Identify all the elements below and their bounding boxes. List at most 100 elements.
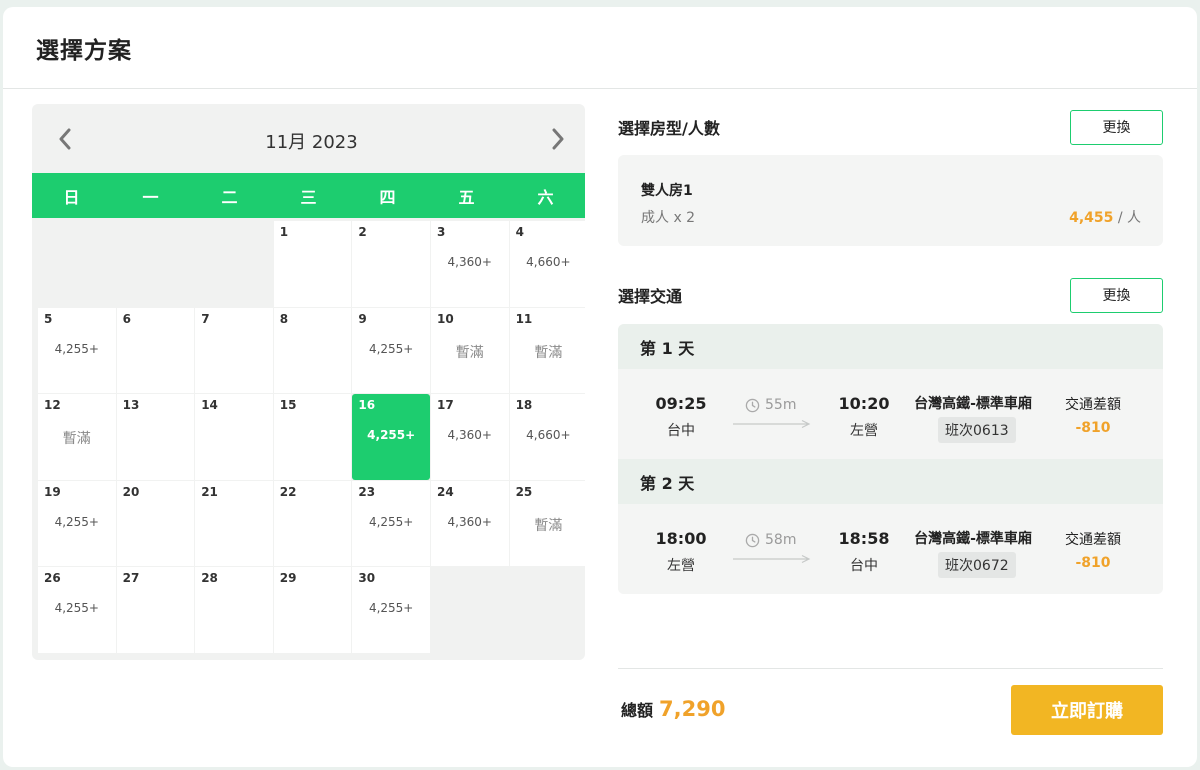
day-number: 27 <box>122 571 140 586</box>
calendar-day[interactable]: 12 暫滿 <box>38 394 116 480</box>
depart-station: 台中 <box>667 423 695 439</box>
calendar-day[interactable]: 1 <box>273 221 352 307</box>
calendar-day[interactable]: 19 4,255+ <box>38 480 116 567</box>
weekday-label: 二 <box>221 187 238 207</box>
calendar-day[interactable]: 14 <box>195 394 273 480</box>
room-section-header: 選擇房型/人數 更換 <box>618 104 1163 150</box>
calendar-day[interactable]: 24 4,360+ <box>430 480 509 567</box>
calendar-day[interactable]: 4 4,660+ <box>509 221 585 307</box>
day-number: 25 <box>515 484 533 499</box>
calendar-day[interactable]: 11 暫滿 <box>509 307 585 394</box>
change-room-button[interactable]: 更換 <box>1070 109 1163 145</box>
total-price: 總額 7,290 <box>621 697 725 721</box>
weekday-label: 日 <box>63 187 80 207</box>
room-price: 4,455 / 人 <box>1069 207 1141 227</box>
footer-divider <box>618 668 1163 669</box>
calendar-day[interactable]: 2 <box>352 221 430 307</box>
transport-card: 第 1 天 09:25 台中 55m 10:20 左營 台灣高鐵-標準車廂 班次… <box>618 324 1163 594</box>
day-price: 4,255+ <box>54 514 99 529</box>
calendar-day[interactable]: 5 4,255+ <box>38 307 116 394</box>
arrive-station: 台中 <box>850 558 878 574</box>
calendar-day[interactable]: 27 <box>116 567 195 653</box>
calendar-day[interactable]: 13 <box>116 394 195 480</box>
calendar-day[interactable]: 18 4,660+ <box>509 394 585 480</box>
day-number: 26 <box>44 571 61 586</box>
right-panel: 選擇房型/人數 更換 雙人房1 成人 x 2 4,455 / 人 選擇交通 更換… <box>618 104 1163 594</box>
total-label: 總額 <box>621 701 654 720</box>
day-number: 4 <box>515 225 524 239</box>
weekday-label: 三 <box>300 187 317 207</box>
day-number: 21 <box>201 484 218 499</box>
prev-month-button[interactable] <box>54 124 76 154</box>
day-number: 23 <box>358 484 376 499</box>
train-code-badge: 班次0613 <box>938 417 1016 443</box>
day-number: 14 <box>201 398 218 413</box>
day-number: 20 <box>122 484 140 499</box>
room-price-amount: 4,455 <box>1069 210 1114 226</box>
calendar-day[interactable]: 26 4,255+ <box>38 567 116 653</box>
day-status: 暫滿 <box>455 344 484 361</box>
duration-text: 58m <box>765 532 797 548</box>
fare-diff-value: -810 <box>1075 420 1111 436</box>
calendar-day[interactable]: 15 <box>273 394 352 480</box>
arrive-time: 10:20 <box>838 394 890 413</box>
calendar-day[interactable]: 9 4,255+ <box>352 307 430 394</box>
transport-day-label: 第 2 天 <box>618 459 1163 504</box>
day-number: 7 <box>201 311 210 326</box>
room-section-title: 選擇房型/人數 <box>618 119 720 138</box>
total-value: 7,290 <box>659 697 726 721</box>
calendar-day[interactable]: 23 4,255+ <box>352 480 430 567</box>
calendar-empty-cell <box>117 221 195 307</box>
calendar-day[interactable]: 7 <box>195 307 273 394</box>
day-number: 29 <box>279 571 297 586</box>
calendar-day[interactable]: 17 4,360+ <box>430 394 509 480</box>
day-number: 2 <box>358 225 367 239</box>
calendar-day[interactable]: 6 <box>116 307 195 394</box>
buy-now-button[interactable]: 立即訂購 <box>1011 685 1163 735</box>
day-number: 5 <box>44 311 53 326</box>
calendar-day[interactable]: 25 暫滿 <box>509 480 585 567</box>
day-number: 28 <box>201 571 218 586</box>
calendar-day[interactable]: 10 暫滿 <box>430 307 509 394</box>
arrive-time: 18:58 <box>838 529 890 548</box>
weekday-label: 四 <box>379 187 396 207</box>
calendar-day[interactable]: 3 4,360+ <box>430 221 509 307</box>
day-number: 13 <box>122 398 140 413</box>
day-status: 暫滿 <box>534 344 563 361</box>
transport-leg[interactable]: 18:00 左營 58m 18:58 台中 台灣高鐵-標準車廂 班次0672 交… <box>618 504 1163 594</box>
calendar-day-selected[interactable]: 16 4,255+ <box>352 394 430 480</box>
day-status: 暫滿 <box>534 517 563 534</box>
day-price: 4,255+ <box>54 601 99 616</box>
day-number: 16 <box>358 398 376 413</box>
day-status: 暫滿 <box>62 431 91 448</box>
calendar-day[interactable]: 8 <box>273 307 352 394</box>
day-number: 12 <box>44 398 61 413</box>
chevron-left-icon <box>59 128 71 149</box>
day-price: 4,360+ <box>447 255 492 269</box>
duration: 55m <box>745 397 796 413</box>
card-header: 選擇方案 <box>3 7 1197 89</box>
calendar-day[interactable]: 29 <box>273 567 352 653</box>
transport-leg[interactable]: 09:25 台中 55m 10:20 左營 台灣高鐵-標準車廂 班次0613 交… <box>618 369 1163 459</box>
day-price: 4,660+ <box>526 255 571 269</box>
calendar-empty-cell <box>38 221 116 307</box>
calendar-days-grid: 1 2 3 4,360+ 4 4,660+ 5 4,255+ 6 7 8 9 4,255+ 10 暫滿 11 暫… <box>32 218 585 653</box>
next-month-button[interactable] <box>547 124 569 154</box>
calendar-day[interactable]: 21 <box>195 480 273 567</box>
arrow-right-icon <box>733 419 811 429</box>
calendar-day[interactable]: 22 <box>273 480 352 567</box>
calendar-day[interactable]: 20 <box>116 480 195 567</box>
chevron-right-icon <box>552 128 564 149</box>
room-card[interactable]: 雙人房1 成人 x 2 4,455 / 人 <box>618 155 1163 246</box>
day-price: 4,660+ <box>526 428 571 443</box>
calendar-day[interactable]: 28 <box>195 567 273 653</box>
day-price: 4,255+ <box>368 341 414 356</box>
calendar-header: 11月 2023 <box>32 104 585 173</box>
day-number: 8 <box>279 311 289 326</box>
fare-diff-label: 交通差額 <box>1065 397 1121 413</box>
train-name: 台灣高鐵-標準車廂 <box>914 396 1032 412</box>
calendar-day[interactable]: 30 4,255+ <box>352 567 430 653</box>
transport-section-title: 選擇交通 <box>618 287 683 306</box>
change-transport-button[interactable]: 更換 <box>1070 277 1163 313</box>
train-name: 台灣高鐵-標準車廂 <box>914 531 1032 547</box>
